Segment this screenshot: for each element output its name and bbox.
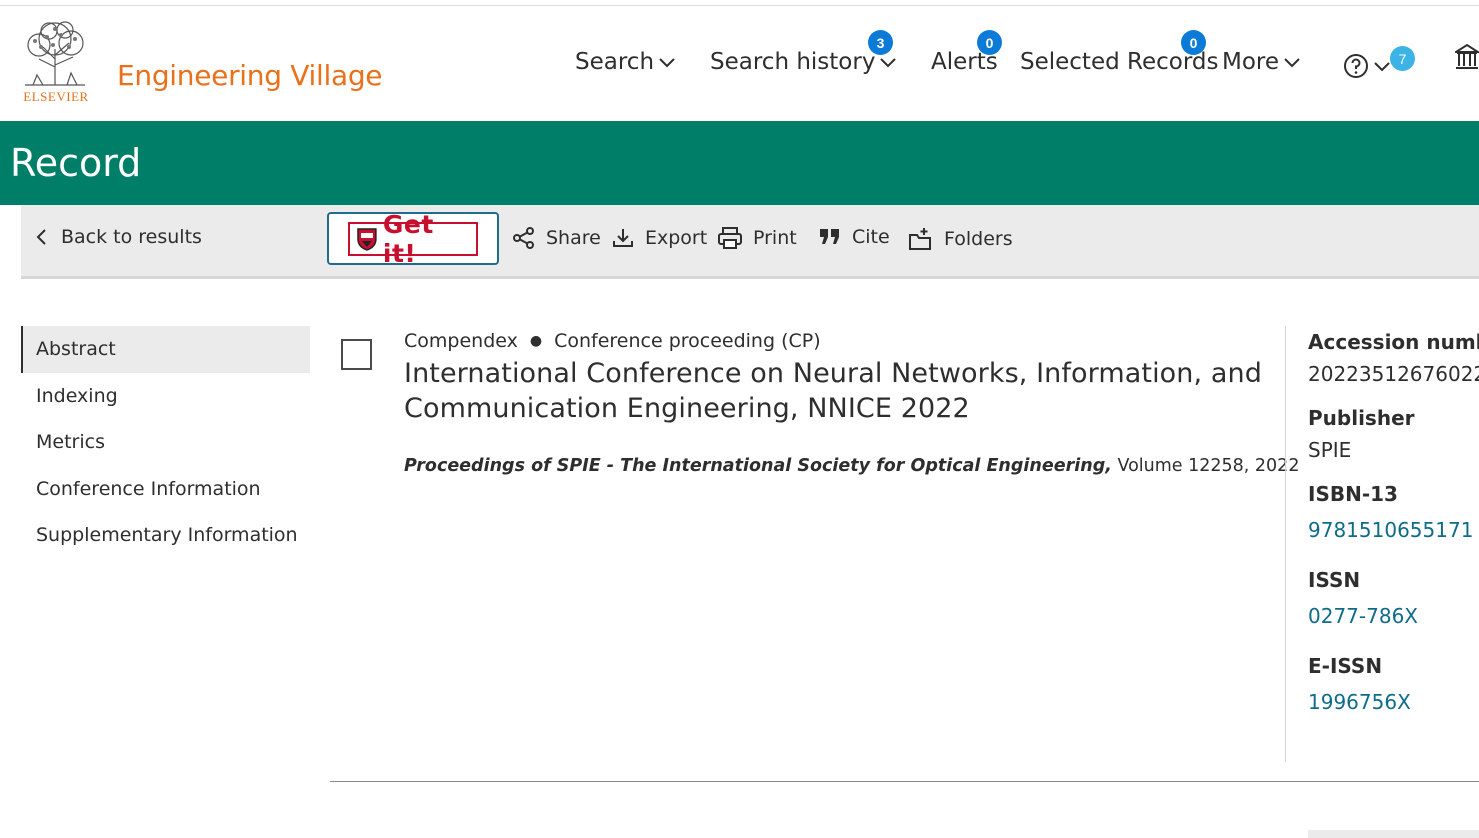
page-title: Record [10, 141, 142, 185]
sidenav-item-indexing[interactable]: Indexing [21, 373, 310, 420]
folders-label: Folders [944, 228, 1013, 250]
document-type: Conference proceeding (CP) [554, 330, 821, 352]
cite-label: Cite [852, 226, 890, 248]
record-source: Proceedings of SPIE - The International … [404, 456, 1299, 476]
volume-year: Volume 12258, 2022 [1117, 456, 1300, 476]
quote-icon [820, 229, 839, 244]
accession-number-label: Accession number [1308, 330, 1479, 354]
print-label: Print [753, 227, 797, 249]
issn-label: ISSN [1308, 568, 1361, 592]
partial-panel [1308, 830, 1479, 838]
sidenav-item-supplementary-information[interactable]: Supplementary Information [21, 512, 310, 559]
nav-search-history-label: Search history [710, 49, 876, 75]
nav-help[interactable] [1343, 53, 1391, 79]
cite-button[interactable]: Cite [818, 226, 890, 248]
record-title: International Conference on Neural Netwo… [404, 358, 1262, 424]
get-it-button[interactable]: Get it! [327, 210, 499, 268]
chevron-down-icon [1284, 58, 1300, 68]
shield-crest-icon [357, 228, 377, 251]
content-divider [330, 781, 1479, 782]
alerts-badge: 0 [977, 30, 1002, 55]
sidenav-item-metrics[interactable]: Metrics [21, 419, 310, 466]
share-icon [513, 227, 534, 249]
share-label: Share [546, 227, 601, 249]
nav-search-history[interactable]: Search history [710, 49, 897, 75]
nav-more[interactable]: More [1222, 49, 1301, 75]
chevron-down-icon [880, 58, 897, 68]
select-record-checkbox[interactable] [341, 339, 372, 370]
search-history-badge: 3 [868, 30, 893, 55]
publisher-value: SPIE [1308, 438, 1352, 462]
get-it-logo: Get it! [348, 210, 478, 268]
record-meta: Compendex ● Conference proceeding (CP) [404, 330, 821, 352]
partial-heading [406, 830, 426, 838]
issn-link[interactable]: 0277-786X [1308, 604, 1479, 628]
chevron-down-icon [659, 58, 675, 68]
elsevier-tree-icon [25, 21, 85, 86]
record-title-bar: Record [0, 121, 1479, 205]
export-icon [613, 229, 633, 247]
print-icon [718, 227, 742, 249]
elsevier-logo[interactable]: ELSEVIER [16, 19, 96, 105]
selected-records-badge: 0 [1181, 30, 1206, 55]
database-label: Compendex [404, 330, 518, 352]
chevron-left-icon [36, 229, 46, 245]
print-button[interactable]: Print [717, 226, 797, 250]
sidenav-item-conference-information[interactable]: Conference Information [21, 466, 310, 513]
brand-name[interactable]: Engineering Village [117, 59, 383, 92]
nav-search[interactable]: Search [575, 49, 676, 75]
separator-dot: ● [529, 333, 543, 349]
back-to-results-button[interactable]: Back to results [35, 226, 202, 248]
journal-link[interactable]: Proceedings of SPIE - The International … [404, 456, 1112, 476]
chevron-down-icon [1374, 62, 1390, 72]
site-header: ELSEVIER Engineering Village Search Sear… [0, 7, 1479, 121]
share-button[interactable]: Share [512, 226, 601, 250]
top-border [0, 0, 1479, 6]
record-toolbar: Back to results Get it! Share Export Pri… [21, 205, 1479, 279]
isbn13-label: ISBN-13 [1308, 482, 1398, 506]
sidenav-item-abstract[interactable]: Abstract [21, 326, 310, 373]
help-badge: 7 [1390, 46, 1415, 71]
folder-add-icon [909, 228, 931, 250]
get-it-label: Get it! [382, 210, 434, 268]
record-section-nav: Abstract Indexing Metrics Conference Inf… [21, 326, 310, 559]
eissn-label: E-ISSN [1308, 654, 1383, 678]
record-details: Accession number 20223512676022 Publishe… [1308, 330, 1479, 714]
export-button[interactable]: Export [611, 226, 707, 250]
details-divider [1285, 326, 1286, 762]
institution-icon[interactable] [1455, 43, 1479, 71]
help-icon [1344, 54, 1368, 78]
elsevier-wordmark: ELSEVIER [23, 89, 89, 104]
export-label: Export [645, 227, 708, 249]
folders-button[interactable]: Folders [908, 226, 1013, 252]
publisher-label: Publisher [1308, 406, 1415, 430]
eissn-link[interactable]: 1996756X [1308, 690, 1479, 714]
accession-number-value: 20223512676022 [1308, 362, 1479, 386]
nav-more-label: More [1222, 49, 1280, 75]
nav-search-label: Search [575, 49, 655, 75]
back-to-results-label: Back to results [61, 226, 202, 248]
isbn13-link[interactable]: 9781510655171 [1308, 518, 1479, 542]
